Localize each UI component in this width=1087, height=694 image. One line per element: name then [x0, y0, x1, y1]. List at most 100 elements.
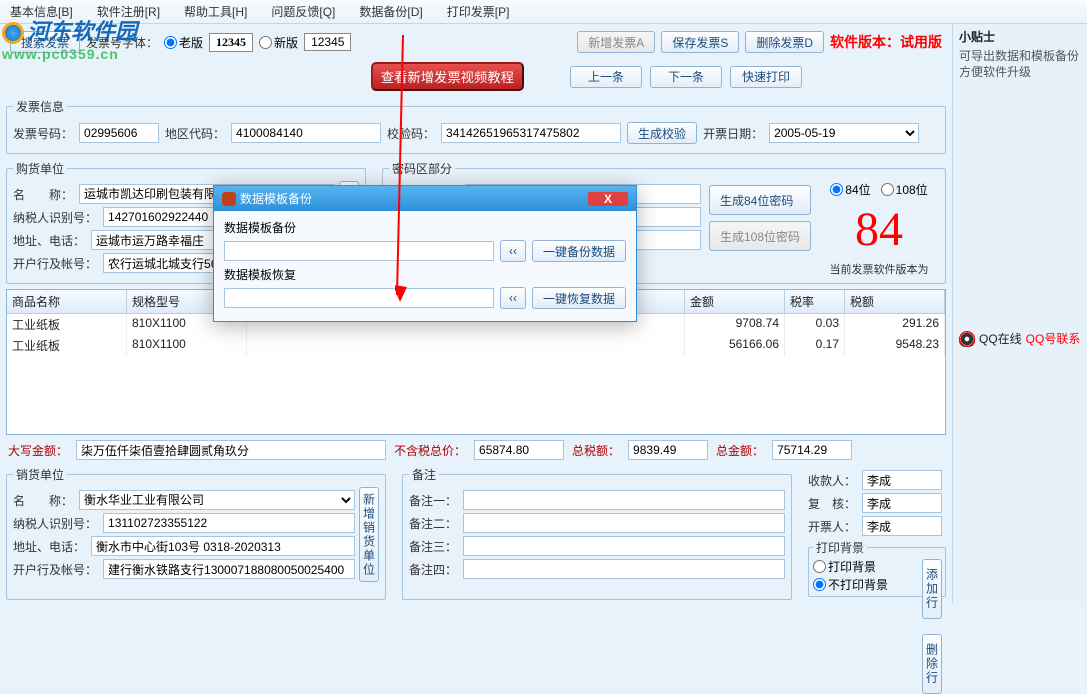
remark-legend: 备注 [409, 466, 439, 483]
dialog-close-button[interactable]: X [588, 192, 628, 206]
total-label: 总金额： [716, 442, 764, 459]
qq-link[interactable]: QQ号联系 [1026, 330, 1081, 347]
old-font-radio[interactable] [164, 36, 177, 49]
drawer-label: 开票人： [808, 518, 856, 535]
menu-bar: 基本信息[B] 软件注册[R] 帮助工具[H] 问题反馈[Q] 数据备份[D] … [0, 0, 1087, 24]
gen108-button[interactable]: 生成108位密码 [709, 221, 811, 251]
invoice-legend: 发票信息 [13, 98, 67, 115]
check-input[interactable] [441, 123, 621, 143]
tips-panel: 小贴士 可导出数据和模板备份 方便软件升级 QQ在线 QQ号联系 [952, 24, 1087, 603]
area-input[interactable] [231, 123, 381, 143]
seller-name-label: 名 称： [13, 492, 73, 509]
cap-label: 大写金额： [8, 442, 68, 459]
restore-path-input[interactable] [224, 288, 494, 308]
drawer-input[interactable] [862, 516, 942, 536]
r108-radio[interactable] [881, 183, 894, 196]
old-font-sample: 12345 [209, 33, 253, 52]
prev-button[interactable]: 上一条 [570, 66, 642, 88]
backup-button[interactable]: 一键备份数据 [532, 240, 626, 262]
r84-radio[interactable] [830, 183, 843, 196]
table-row[interactable]: 工业纸板810X110056166.060.179548.23 [7, 335, 945, 356]
tutorial-button[interactable]: 查看新增发票视频教程 [371, 62, 524, 91]
menu-feedback[interactable]: 问题反馈[Q] [271, 3, 335, 20]
review-label: 复 核： [808, 495, 856, 512]
remark3-label: 备注三： [409, 538, 457, 555]
total-input[interactable] [772, 440, 852, 460]
backup-browse-button[interactable]: ‹‹ [500, 240, 526, 262]
qq-status[interactable]: QQ在线 QQ号联系 [959, 330, 1081, 347]
menu-help[interactable]: 帮助工具[H] [184, 3, 247, 20]
toolbar: 搜索发票 发票号字体： 老版 12345 新版 12345 新增发票A 保存发票… [0, 24, 952, 60]
restore-browse-button[interactable]: ‹‹ [500, 287, 526, 309]
add-row-button[interactable]: 添加行 [922, 559, 942, 619]
backup-path-input[interactable] [224, 241, 494, 261]
remark3-input[interactable] [463, 536, 785, 556]
del-row-button[interactable]: 删除行 [922, 634, 942, 694]
seller-name-select[interactable]: 衡水华业工业有限公司 [79, 490, 355, 510]
review-input[interactable] [862, 493, 942, 513]
restore-label: 数据模板恢复 [224, 266, 626, 283]
seller-fieldset: 销货单位 名 称：衡水华业工业有限公司 纳税人识别号： 地址、电话： 开户行及帐… [6, 466, 386, 600]
backup-dialog: 数据模板备份 X 数据模板备份 ‹‹ 一键备份数据 数据模板恢复 ‹‹ 一键恢复… [213, 185, 637, 322]
buyer-legend: 购货单位 [13, 160, 67, 177]
menu-print[interactable]: 打印发票[P] [447, 3, 510, 20]
bg-no-radio[interactable] [813, 578, 826, 591]
summary-row: 大写金额： 不含税总价： 总税额： 总金额： [0, 437, 952, 463]
th-amt[interactable]: 金额 [685, 290, 785, 314]
version-text: 软件版本：试用版 [830, 32, 942, 52]
new-font-sample: 12345 [304, 33, 351, 51]
th-tax[interactable]: 税额 [845, 290, 945, 314]
menu-backup[interactable]: 数据备份[D] [359, 3, 422, 20]
dialog-title-text: 数据模板备份 [240, 190, 312, 207]
taxsum-input[interactable] [628, 440, 708, 460]
dialog-titlebar[interactable]: 数据模板备份 X [214, 186, 636, 211]
seller-addr-input[interactable] [91, 536, 355, 556]
save-invoice-button[interactable]: 保存发票S [661, 31, 739, 53]
date-label: 开票日期： [703, 125, 763, 142]
notax-input[interactable] [474, 440, 564, 460]
tips-body1: 可导出数据和模板备份 [959, 49, 1081, 65]
seller-tax-input[interactable] [103, 513, 355, 533]
seller-tax-label: 纳税人识别号： [13, 515, 97, 532]
buyer-bank-label: 开户行及帐号： [13, 255, 97, 272]
new-invoice-button[interactable]: 新增发票A [577, 31, 655, 53]
seller-addr-label: 地址、电话： [13, 538, 85, 555]
add-seller-button[interactable]: 新增销货单位 [359, 487, 379, 582]
remark1-input[interactable] [463, 490, 785, 510]
recv-input[interactable] [862, 470, 942, 490]
th-name[interactable]: 商品名称 [7, 290, 127, 314]
new-font-radio[interactable] [259, 36, 272, 49]
bg-no-label: 不打印背景 [828, 576, 888, 593]
buyer-name-label: 名 称： [13, 186, 73, 203]
menu-basic[interactable]: 基本信息[B] [10, 3, 73, 20]
date-select[interactable]: 2005-05-19 [769, 123, 919, 143]
qq-icon [959, 331, 975, 347]
invoice-info: 发票信息 发票号码： 地区代码： 校验码： 生成校验 开票日期： 2005-05… [6, 98, 946, 154]
restore-button[interactable]: 一键恢复数据 [532, 287, 626, 309]
delete-invoice-button[interactable]: 删除发票D [745, 31, 824, 53]
cap-input[interactable] [76, 440, 386, 460]
invoice-num-label: 发票号码： [13, 125, 73, 142]
search-invoice-button[interactable]: 搜索发票 [10, 31, 80, 53]
remark-fieldset: 备注 备注一： 备注二： 备注三： 备注四： [402, 466, 792, 600]
pwd-legend: 密码区部分 [389, 160, 455, 177]
new-font-text: 新版 [274, 34, 298, 51]
backup-label: 数据模板备份 [224, 219, 626, 236]
invoice-num-input[interactable] [79, 123, 159, 143]
bg-yes-label: 打印背景 [828, 558, 876, 575]
r84-label: 84位 [845, 181, 870, 198]
recv-label: 收款人： [808, 472, 856, 489]
notax-label: 不含税总价： [394, 442, 466, 459]
remark2-input[interactable] [463, 513, 785, 533]
gen84-button[interactable]: 生成84位密码 [709, 185, 811, 215]
area-label: 地区代码： [165, 125, 225, 142]
remark1-label: 备注一： [409, 492, 457, 509]
remark4-input[interactable] [463, 559, 785, 579]
seller-bank-input[interactable] [103, 559, 355, 579]
next-button[interactable]: 下一条 [650, 66, 722, 88]
th-rate[interactable]: 税率 [785, 290, 845, 314]
gen-check-button[interactable]: 生成校验 [627, 122, 697, 144]
menu-register[interactable]: 软件注册[R] [97, 3, 160, 20]
r108-label: 108位 [896, 181, 928, 198]
quick-print-button[interactable]: 快速打印 [730, 66, 802, 88]
